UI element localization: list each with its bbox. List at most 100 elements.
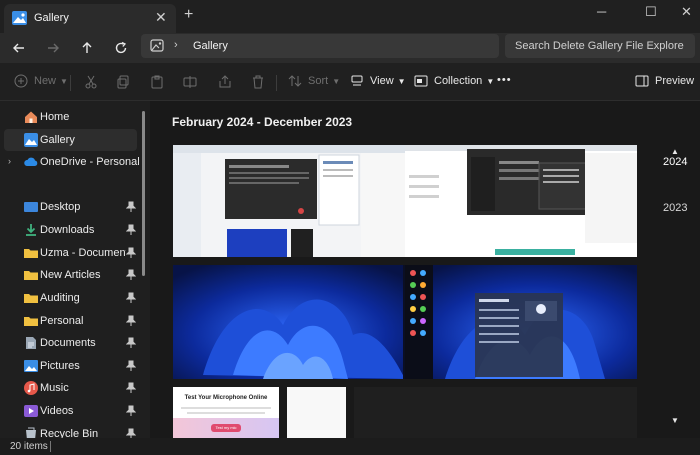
copy-icon[interactable] [116, 75, 130, 89]
share-icon[interactable] [218, 75, 232, 89]
command-bar: New ▼ Sort ▼ View ▼ Collection ▼ ••• Pre… [0, 63, 700, 101]
sidebar-item-documents[interactable]: Documents [4, 332, 137, 354]
address-bar[interactable]: › Gallery [141, 34, 499, 58]
paste-icon[interactable] [150, 75, 164, 89]
breadcrumb-gallery[interactable]: Gallery [193, 40, 228, 52]
close-tab-icon[interactable]: ✕ [155, 9, 167, 26]
pin-icon[interactable] [126, 405, 136, 416]
sidebar-item-music[interactable]: Music [4, 377, 137, 399]
sidebar-item-downloads[interactable]: Downloads [4, 219, 137, 241]
new-button[interactable]: New ▼ [14, 74, 68, 88]
mic-test-title: Test Your Microphone Online [184, 395, 268, 401]
delete-icon[interactable] [251, 75, 265, 89]
pin-icon[interactable] [126, 224, 136, 235]
thumbnail-text-line [187, 412, 265, 414]
minimize-button[interactable]: ─ [597, 4, 606, 19]
pin-icon[interactable] [126, 201, 136, 212]
status-divider [50, 441, 51, 452]
pictures-icon [24, 360, 38, 372]
gallery-icon [12, 11, 27, 25]
divider [276, 75, 277, 91]
scroll-down-icon[interactable]: ▼ [671, 416, 679, 425]
new-tab-button[interactable]: + [184, 6, 193, 24]
wallpaper-thumbnail-image [405, 265, 637, 379]
pin-icon[interactable] [126, 337, 136, 348]
gallery-view: February 2024 - December 2023 Test Your … [150, 101, 700, 438]
music-icon [24, 381, 38, 395]
download-icon [26, 224, 36, 236]
sidebar-item-personal[interactable]: Personal [4, 310, 137, 332]
pin-icon[interactable] [126, 269, 136, 280]
search-input[interactable]: Search Delete Gallery File Explore [505, 34, 695, 58]
sidebar-item-pictures[interactable]: Pictures [4, 355, 137, 377]
pin-icon[interactable] [126, 360, 136, 371]
sidebar-item-uzma-documents[interactable]: Uzma - Documents Rec [4, 242, 137, 264]
sidebar-scrollbar[interactable] [142, 111, 145, 276]
sidebar-item-label: Music [40, 382, 69, 394]
back-button[interactable] [7, 36, 31, 60]
refresh-button[interactable] [109, 36, 133, 60]
photo-thumbnail[interactable] [354, 387, 637, 438]
collection-button[interactable]: Collection ▼ [414, 74, 494, 88]
sidebar-item-label: New Articles [40, 269, 101, 281]
chevron-right-icon[interactable]: › [8, 156, 11, 166]
photo-thumbnail[interactable]: Test Your Microphone Online Test my mic [173, 387, 279, 438]
more-icon: ••• [497, 74, 512, 86]
close-window-button[interactable]: ✕ [681, 4, 692, 20]
desktop-icon [24, 202, 38, 212]
folder-icon [24, 317, 38, 326]
sidebar-item-label: Downloads [40, 224, 95, 236]
year-marker-2024[interactable]: 2024 [663, 156, 687, 168]
folder-icon [24, 249, 38, 258]
sort-label: Sort [308, 75, 329, 87]
view-button[interactable]: View ▼ [350, 74, 406, 88]
refresh-icon [115, 41, 127, 54]
photo-thumbnail[interactable] [405, 265, 637, 379]
videos-icon [24, 405, 38, 417]
sidebar-item-onedrive[interactable]: › OneDrive - Personal [4, 151, 140, 173]
forward-button[interactable] [41, 36, 65, 60]
title-bar: Gallery ✕ + ─ ☐ ✕ [0, 0, 700, 33]
year-marker-2023[interactable]: 2023 [663, 202, 687, 214]
breadcrumb-chevron-icon: › [174, 39, 178, 51]
preview-button[interactable]: Preview [635, 74, 694, 88]
screenshot-thumbnail-image [173, 145, 405, 257]
sidebar-item-auditing[interactable]: Auditing [4, 287, 137, 309]
sidebar-item-new-articles[interactable]: New Articles [4, 264, 137, 286]
search-placeholder: Search Delete Gallery File Explore [515, 40, 684, 52]
collection-label: Collection [434, 75, 483, 87]
pin-icon[interactable] [126, 382, 136, 393]
up-button[interactable] [75, 36, 99, 60]
photo-thumbnail[interactable] [405, 145, 637, 257]
sidebar-item-label: Personal [40, 315, 84, 327]
sidebar-item-label: Documents [40, 337, 96, 349]
photo-thumbnail[interactable] [173, 265, 405, 379]
pin-icon[interactable] [126, 292, 136, 303]
sort-icon [288, 75, 302, 87]
scroll-up-icon[interactable]: ▲ [671, 147, 679, 156]
item-count: 20 items [10, 441, 48, 452]
sidebar-item-desktop[interactable]: Desktop [4, 196, 137, 218]
photo-thumbnail[interactable] [287, 387, 346, 438]
sidebar-item-label: Auditing [40, 292, 80, 304]
more-options-button[interactable]: ••• [497, 74, 512, 86]
documents-icon [26, 337, 36, 349]
sidebar-item-home[interactable]: Home [4, 106, 137, 128]
maximize-button[interactable]: ☐ [645, 4, 657, 20]
wallpaper-thumbnail-image [173, 265, 405, 379]
tab-gallery[interactable]: Gallery ✕ [4, 4, 176, 33]
navigation-pane: Home Gallery › OneDrive - Personal Deskt… [0, 101, 150, 440]
cut-icon[interactable] [84, 75, 98, 89]
pin-icon[interactable] [126, 247, 136, 258]
photo-thumbnail[interactable] [173, 145, 405, 257]
sidebar-item-gallery[interactable]: Gallery [4, 129, 137, 151]
collection-icon [414, 75, 428, 87]
gallery-location-icon [150, 39, 164, 52]
rename-icon[interactable] [183, 75, 197, 89]
plus-circle-icon [14, 74, 28, 88]
chevron-down-icon: ▼ [332, 76, 341, 86]
tab-title: Gallery [34, 12, 69, 24]
sort-button[interactable]: Sort ▼ [288, 74, 340, 88]
pin-icon[interactable] [126, 315, 136, 326]
sidebar-item-videos[interactable]: Videos [4, 400, 137, 422]
